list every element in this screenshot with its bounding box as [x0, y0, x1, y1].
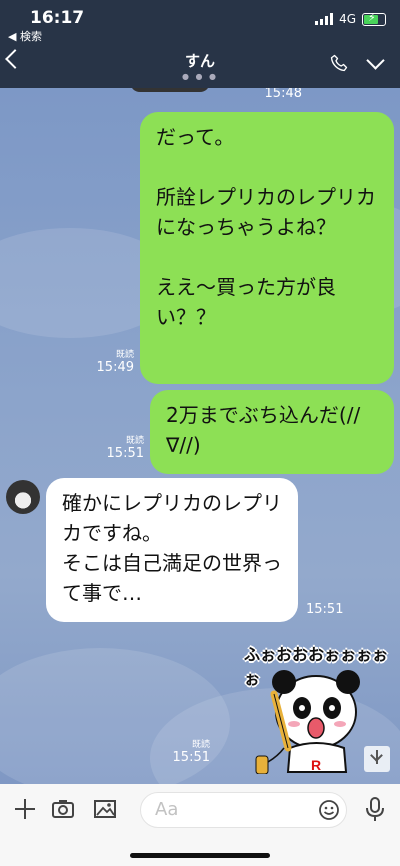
read-receipt: 既読 — [125, 436, 144, 446]
status-indicators: 4G ⚡ — [315, 11, 386, 26]
panda-sticker[interactable]: R — [254, 664, 364, 774]
image-icon[interactable] — [92, 796, 118, 822]
message-text: だって。 所詮レプリカのレプリカになっちゃうよね？ ええ〜買った方が良い？？ — [156, 125, 376, 329]
message-text: 2万までぶち込んだ(//∇//) — [166, 403, 361, 457]
battery-icon: ⚡ — [362, 11, 386, 26]
message-meta: 既読 15:51 — [107, 436, 144, 461]
message-time: 15:51 — [172, 750, 210, 765]
message-bubble[interactable]: 確かにレプリカのレプリカですね。 そこは自己満足の世界って事で… — [46, 478, 298, 622]
home-indicator — [130, 853, 270, 858]
scroll-down-button[interactable] — [364, 746, 390, 772]
message-time: 15:51 — [106, 446, 144, 461]
phone-icon[interactable] — [330, 54, 348, 72]
back-to-app[interactable]: ◀ 検索 — [8, 28, 42, 44]
message-bubble[interactable]: 2万までぶち込んだ(//∇//) — [150, 390, 394, 474]
chat-area[interactable]: 15:48 だって。 所詮レプリカのレプリカになっちゃうよね？ ええ〜買った方が… — [0, 88, 400, 784]
message-meta: 15:51 — [306, 602, 343, 617]
message-meta: 既読 15:51 — [173, 740, 210, 765]
header-bar: 16:17 ◀ 検索 4G ⚡ すん ● ● ● — [0, 0, 400, 88]
sticker-partial — [130, 88, 210, 92]
message-time: 15:51 — [306, 602, 344, 617]
emoji-icon[interactable] — [318, 799, 340, 821]
input-placeholder: Aa — [155, 799, 179, 820]
message-time: 15:48 — [264, 88, 302, 101]
message-text: 確かにレプリカのレプリカですね。 そこは自己満足の世界って事で… — [62, 491, 282, 605]
message-meta: 15:48 — [265, 88, 302, 101]
sticker-badge: R — [311, 757, 321, 773]
camera-icon[interactable] — [50, 796, 76, 822]
message-bubble[interactable]: だって。 所詮レプリカのレプリカになっちゃうよね？ ええ〜買った方が良い？？ — [140, 112, 394, 384]
message-input[interactable]: Aa — [140, 792, 347, 828]
read-receipt: 既読 — [191, 740, 210, 750]
message-time: 15:49 — [96, 360, 134, 375]
avatar[interactable] — [6, 480, 40, 514]
input-bar: Aa — [0, 784, 400, 866]
read-receipt: 既読 — [115, 350, 134, 360]
signal-icon — [315, 13, 334, 25]
mic-icon[interactable] — [362, 796, 388, 822]
message-meta: 既読 15:49 — [97, 350, 134, 375]
status-time: 16:17 — [30, 8, 85, 28]
network-label: 4G — [339, 12, 356, 26]
page-dots: ● ● ● — [181, 72, 219, 81]
plus-icon[interactable] — [12, 796, 38, 822]
